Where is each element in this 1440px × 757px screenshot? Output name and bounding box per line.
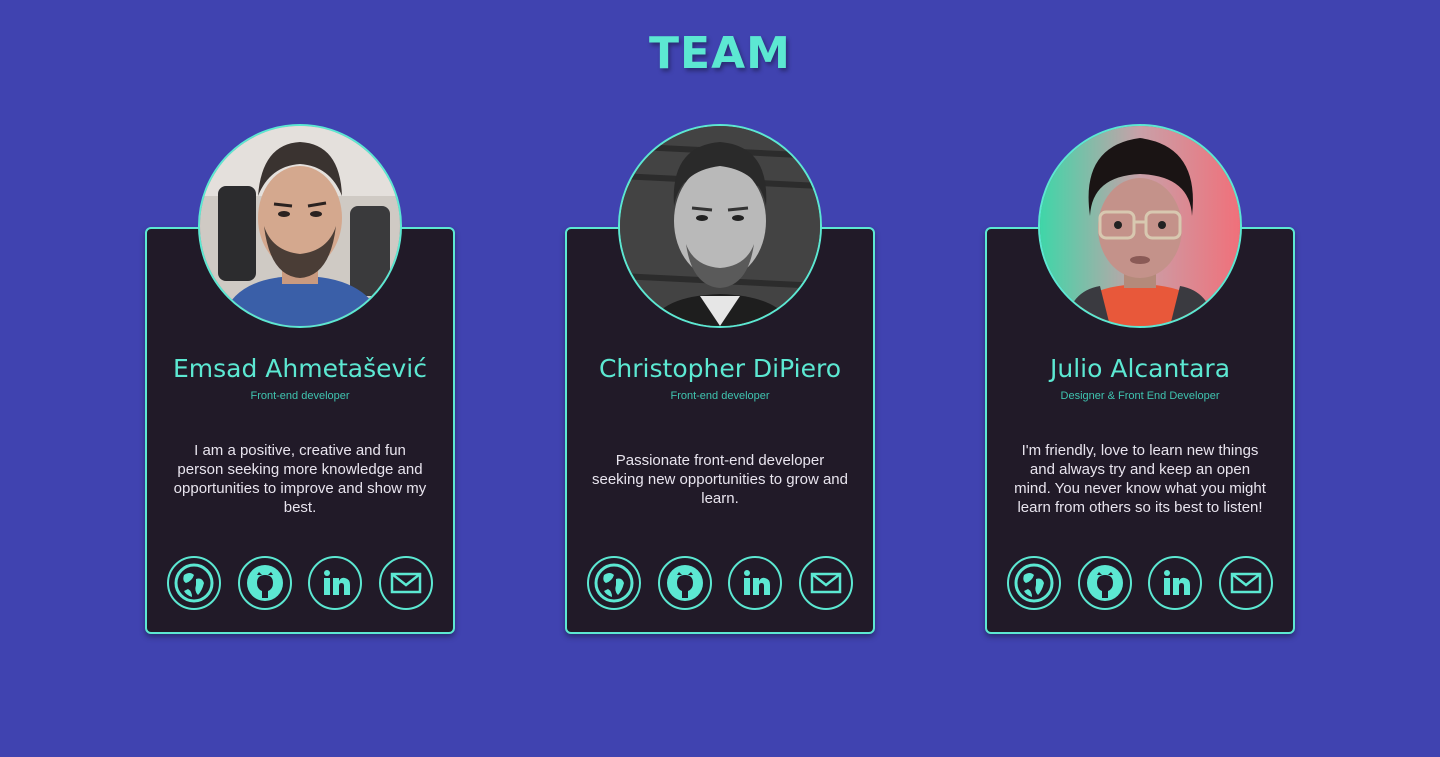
- avatar: [198, 124, 402, 328]
- avatar: [618, 124, 822, 328]
- avatar: [1038, 124, 1242, 328]
- website-globe-icon: [594, 563, 634, 603]
- member-bio: Passionate front-end developer seeking n…: [592, 451, 848, 507]
- email-link[interactable]: [1218, 556, 1273, 610]
- github-link[interactable]: [657, 556, 712, 610]
- member-role: Front-end developer: [670, 390, 770, 402]
- member-role: Designer & Front End Developer: [1060, 390, 1220, 402]
- website-link[interactable]: [167, 556, 221, 610]
- website-globe-icon: [1014, 563, 1054, 603]
- email-link[interactable]: [798, 556, 853, 610]
- linkedin-link[interactable]: [728, 556, 783, 610]
- website-link[interactable]: [587, 556, 641, 610]
- member-role: Front-end developer: [250, 390, 350, 402]
- avatar-photo: [1040, 126, 1240, 326]
- social-links: [1007, 556, 1273, 610]
- avatar-photo: [200, 126, 400, 326]
- team-member-card: Julio Alcantara Designer & Front End Dev…: [985, 124, 1295, 634]
- avatar-photo: [620, 126, 820, 326]
- member-bio: I'm friendly, love to learn new things a…: [1014, 442, 1266, 516]
- linkedin-icon: [324, 570, 351, 595]
- social-links: [167, 556, 433, 610]
- email-envelope-icon: [390, 572, 422, 594]
- linkedin-link[interactable]: [308, 556, 363, 610]
- github-icon: [1086, 565, 1123, 601]
- github-icon: [246, 565, 283, 601]
- email-envelope-icon: [1230, 572, 1262, 594]
- linkedin-icon: [1164, 570, 1191, 595]
- website-link[interactable]: [1007, 556, 1061, 610]
- member-name: Julio Alcantara: [1049, 354, 1231, 383]
- team-member-card: Emsad Ahmetašević Front-end developer I …: [145, 124, 455, 634]
- member-name: Christopher DiPiero: [598, 354, 842, 383]
- member-name: Emsad Ahmetašević: [172, 354, 427, 383]
- team-page: TEAM Emsad Ahmetašević Front-end develop…: [0, 0, 1440, 757]
- member-bio: I am a positive, creative and fun person…: [173, 442, 427, 516]
- github-icon: [666, 565, 703, 601]
- email-link[interactable]: [378, 556, 433, 610]
- page-title: TEAM: [649, 28, 791, 79]
- team-member-card: Christopher DiPiero Front-end developer …: [565, 124, 875, 634]
- linkedin-link[interactable]: [1148, 556, 1203, 610]
- github-link[interactable]: [237, 556, 292, 610]
- website-globe-icon: [174, 563, 214, 603]
- email-envelope-icon: [810, 572, 842, 594]
- social-links: [587, 556, 853, 610]
- github-link[interactable]: [1077, 556, 1132, 610]
- linkedin-icon: [744, 570, 771, 595]
